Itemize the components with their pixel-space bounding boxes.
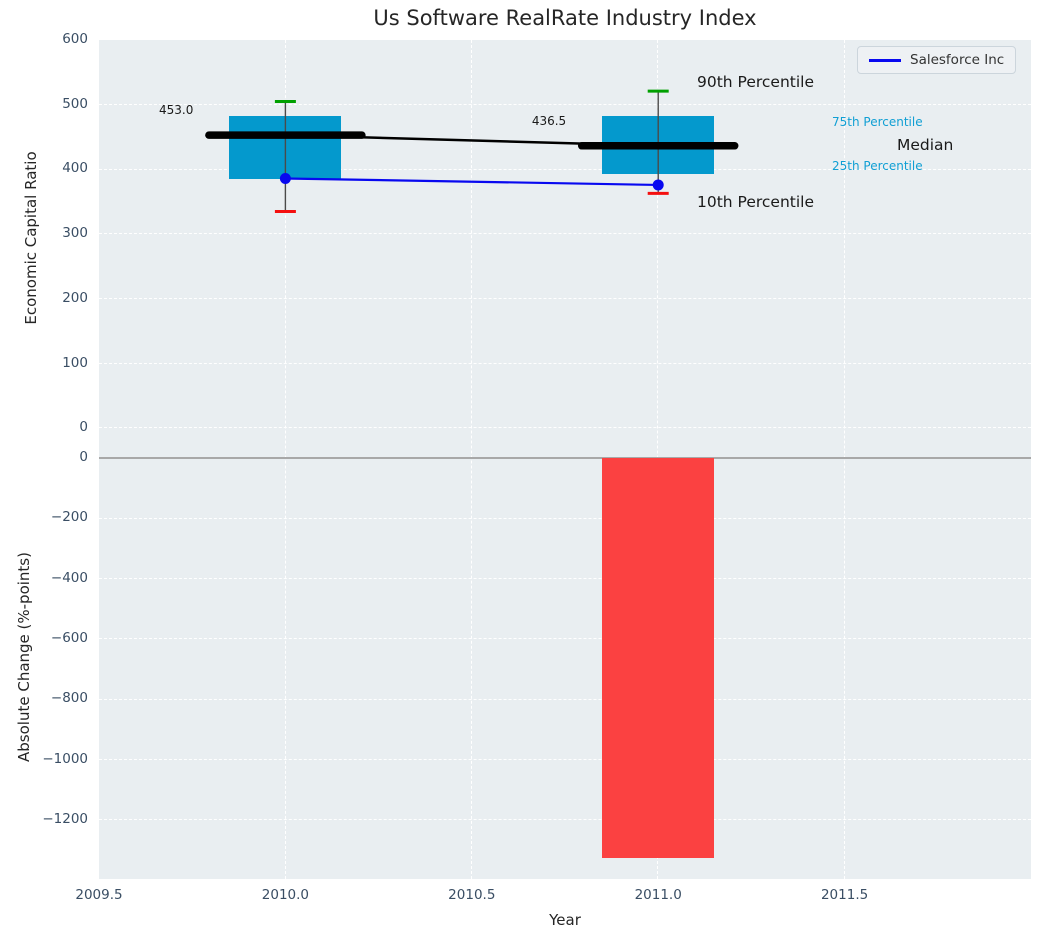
- bottom-y-tick-label: −800: [50, 690, 88, 707]
- top-y-tick-label: 200: [62, 289, 88, 306]
- top-gridline-200: [99, 298, 1031, 300]
- annotation-75th-percentile: 75th Percentile: [832, 115, 923, 129]
- bottom-y-tick-label: −1000: [42, 750, 88, 767]
- x-gridline-2010.5: [471, 40, 472, 879]
- annotation-90th-percentile: 90th Percentile: [697, 73, 815, 91]
- top-gridline-0: [99, 427, 1031, 429]
- legend-salesforce[interactable]: Salesforce Inc: [857, 46, 1017, 74]
- bottom-y-axis-title: Absolute Change (%-points): [15, 552, 33, 762]
- bottom-gridline--1000: [99, 759, 1031, 760]
- annotation-10th-percentile: 10th Percentile: [697, 193, 815, 211]
- bottom-gridline--800: [99, 698, 1031, 700]
- bottom-gridline--200: [99, 517, 1031, 519]
- top-y-tick-label: 500: [62, 95, 88, 112]
- x-tick-label: 2011.0: [634, 887, 682, 903]
- bottom-y-tick-label: −1200: [42, 811, 88, 828]
- bottom-y-tick-label: −600: [50, 630, 88, 647]
- x-axis-title: Year: [549, 911, 581, 929]
- bottom-y-tick-label: −200: [50, 509, 88, 526]
- annotation-25th-percentile: 25th Percentile: [832, 159, 923, 173]
- top-gridline-100: [99, 362, 1031, 364]
- top-y-tick-label: 600: [62, 31, 88, 47]
- median-value-label-2011: 436.5: [531, 113, 567, 128]
- bottom-gridline--600: [99, 638, 1031, 640]
- median-value-label-2010: 453.0: [159, 103, 194, 118]
- top-gridline-600: [99, 39, 1031, 41]
- change-bar-2011: [602, 458, 715, 858]
- top-gridline-300: [99, 233, 1031, 235]
- top-y-tick-label: 300: [62, 225, 88, 242]
- chart-title: Us Software RealRate Industry Index: [373, 6, 757, 30]
- x-gridline-2009.5: [98, 40, 100, 879]
- bottom-gridline--400: [99, 577, 1031, 579]
- top-y-tick-label: 0: [79, 419, 88, 436]
- legend-label: Salesforce Inc: [910, 52, 1005, 68]
- x-tick-label: 2009.5: [75, 887, 123, 903]
- bottom-gridline--1200: [99, 819, 1031, 821]
- x-tick-label: 2011.5: [820, 887, 869, 903]
- top-y-tick-label: 400: [62, 160, 88, 177]
- zero-line: [99, 457, 1031, 459]
- top-y-tick-label: 100: [62, 354, 88, 371]
- percentile-box-2010: [229, 115, 342, 180]
- top-gridline-500: [99, 103, 1031, 105]
- figure: Us Software RealRate Industry Index Econ…: [0, 0, 1039, 942]
- bottom-y-tick-label: −400: [50, 569, 88, 586]
- legend-line-icon: [869, 58, 901, 62]
- x-tick-label: 2010.0: [261, 887, 310, 903]
- x-tick-label: 2010.5: [448, 887, 496, 903]
- percentile-box-2011: [602, 115, 715, 174]
- annotation-median: Median: [897, 136, 954, 154]
- bottom-y-tick-label: 0: [79, 449, 88, 466]
